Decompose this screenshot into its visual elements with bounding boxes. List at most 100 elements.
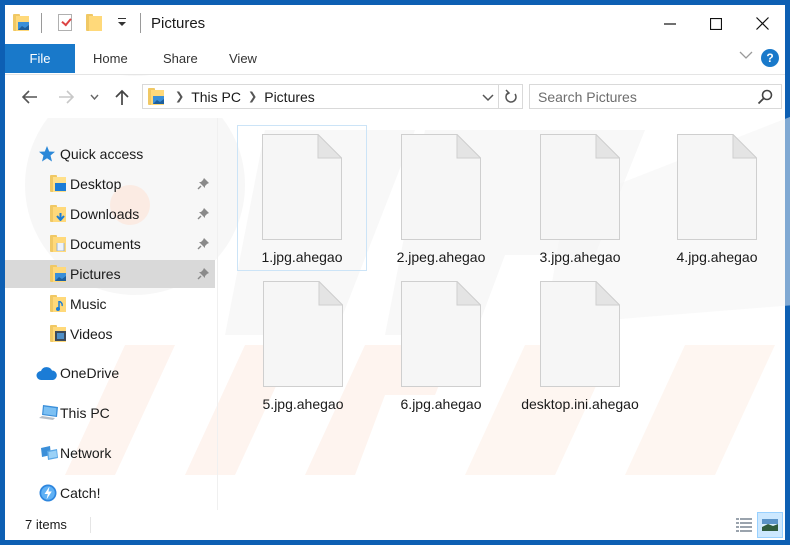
sidebar-item-label: Pictures [70, 266, 121, 282]
navigation-pane: Quick access Desktop Downloads Documents… [5, 118, 218, 515]
quick-access-toolbar: Pictures [13, 12, 205, 34]
blank-file-icon [540, 134, 620, 240]
desktop-folder-icon [50, 175, 68, 193]
catch-icon [39, 484, 57, 502]
sidebar-item-label: Catch! [60, 485, 101, 501]
sidebar-item-catch[interactable]: Catch! [5, 479, 215, 507]
search-icon[interactable] [757, 89, 773, 105]
sidebar-item-label: Desktop [70, 176, 122, 192]
file-list: 1.jpg.ahegao 2.jpeg.ahegao 3.jpg.ahegao … [223, 118, 785, 515]
details-view-button[interactable] [733, 514, 755, 536]
maximize-icon [710, 17, 722, 30]
file-item[interactable]: 1.jpg.ahegao [237, 125, 367, 271]
sidebar-item-label: Network [60, 445, 112, 461]
pin-icon[interactable] [197, 267, 210, 280]
toolbar-separator [41, 13, 42, 33]
pictures-folder-icon [50, 265, 68, 283]
file-item[interactable]: 5.jpg.ahegao [238, 273, 368, 414]
sidebar-item-label: Documents [70, 236, 141, 252]
sidebar-item-label: Videos [70, 326, 113, 342]
address-history-dropdown-icon[interactable] [482, 91, 494, 103]
sidebar-item-network[interactable]: Network [5, 439, 215, 467]
file-name: 4.jpg.ahegao [676, 249, 758, 265]
sidebar-item-documents[interactable]: Documents [5, 230, 215, 258]
recent-locations-button[interactable] [87, 86, 101, 108]
customize-toolbar-dropdown[interactable] [118, 18, 126, 26]
file-name: 3.jpg.ahegao [539, 249, 621, 265]
arrow-right-icon [59, 90, 74, 104]
file-name: desktop.ini.ahegao [521, 396, 639, 412]
sidebar-item-label: OneDrive [60, 365, 120, 381]
maximize-button[interactable] [693, 5, 739, 42]
file-name: 2.jpeg.ahegao [396, 249, 486, 265]
pictures-folder-icon [148, 88, 164, 105]
properties-icon[interactable] [56, 14, 74, 32]
breadcrumb-pictures[interactable]: Pictures [264, 89, 315, 105]
network-icon [41, 446, 58, 460]
window-title: Pictures [151, 14, 206, 32]
file-item[interactable]: desktop.ini.ahegao [515, 273, 645, 414]
minimize-button[interactable] [647, 5, 693, 42]
computer-icon [39, 405, 58, 420]
expand-ribbon-chevron-icon[interactable] [739, 51, 753, 60]
search-input[interactable] [530, 88, 750, 105]
file-item[interactable]: 3.jpg.ahegao [515, 126, 645, 267]
tab-home[interactable]: Home [93, 44, 128, 73]
blank-file-icon [401, 134, 481, 240]
close-icon [755, 17, 769, 30]
details-view-icon [736, 518, 752, 532]
close-button[interactable] [739, 5, 785, 42]
breadcrumb-this-pc[interactable]: This PC [191, 89, 241, 105]
tab-view[interactable]: View [229, 44, 257, 73]
sidebar-item-music[interactable]: Music [5, 290, 215, 318]
sidebar-item-onedrive[interactable]: OneDrive [5, 359, 215, 387]
pin-icon[interactable] [197, 177, 210, 190]
status-separator [90, 517, 91, 533]
pin-icon[interactable] [197, 207, 210, 220]
address-bar[interactable]: ❯ This PC ❯ Pictures [142, 84, 523, 109]
sidebar-item-label: This PC [60, 405, 110, 421]
refresh-icon [504, 89, 517, 103]
file-name: 5.jpg.ahegao [262, 396, 344, 412]
sidebar-item-desktop[interactable]: Desktop [5, 170, 215, 198]
arrow-up-icon [115, 89, 129, 105]
large-icons-view-icon [762, 519, 778, 531]
blank-file-icon [677, 134, 757, 240]
minimize-icon [664, 22, 676, 25]
forward-button[interactable] [55, 86, 77, 108]
file-item[interactable]: 6.jpg.ahegao [376, 273, 506, 414]
sidebar-item-this-pc[interactable]: This PC [5, 399, 215, 427]
title-bar: Pictures [5, 5, 785, 42]
tab-file[interactable]: File [5, 44, 75, 73]
file-item[interactable]: 2.jpeg.ahegao [376, 126, 506, 267]
help-button[interactable]: ? [761, 49, 779, 67]
back-button[interactable] [19, 86, 41, 108]
large-icons-view-button[interactable] [757, 512, 783, 538]
breadcrumb-separator-icon[interactable]: ❯ [175, 90, 184, 103]
pictures-folder-icon[interactable] [13, 14, 31, 32]
breadcrumb-separator-icon[interactable]: ❯ [248, 90, 257, 103]
up-button[interactable] [111, 86, 133, 108]
window-controls [647, 5, 785, 42]
tab-share[interactable]: Share [163, 44, 198, 73]
new-folder-icon[interactable] [86, 14, 104, 32]
sidebar-item-quick-access[interactable]: Quick access [5, 140, 215, 168]
sidebar-item-label: Quick access [60, 146, 144, 162]
sidebar-item-pictures[interactable]: Pictures [5, 260, 215, 288]
file-name: 1.jpg.ahegao [261, 249, 343, 265]
arrow-left-icon [22, 90, 37, 104]
sidebar-item-label: Music [70, 296, 107, 312]
blank-file-icon [401, 281, 481, 387]
search-box[interactable] [529, 84, 782, 109]
sidebar-item-videos[interactable]: Videos [5, 320, 215, 348]
file-name: 6.jpg.ahegao [400, 396, 482, 412]
blank-file-icon [540, 281, 620, 387]
refresh-button[interactable] [498, 85, 522, 108]
downloads-folder-icon [50, 205, 68, 223]
toolbar-separator [140, 13, 141, 33]
sidebar-item-downloads[interactable]: Downloads [5, 200, 215, 228]
blank-file-icon [263, 281, 343, 387]
pin-icon[interactable] [197, 237, 210, 250]
star-icon [39, 146, 55, 162]
file-item[interactable]: 4.jpg.ahegao [652, 126, 782, 267]
